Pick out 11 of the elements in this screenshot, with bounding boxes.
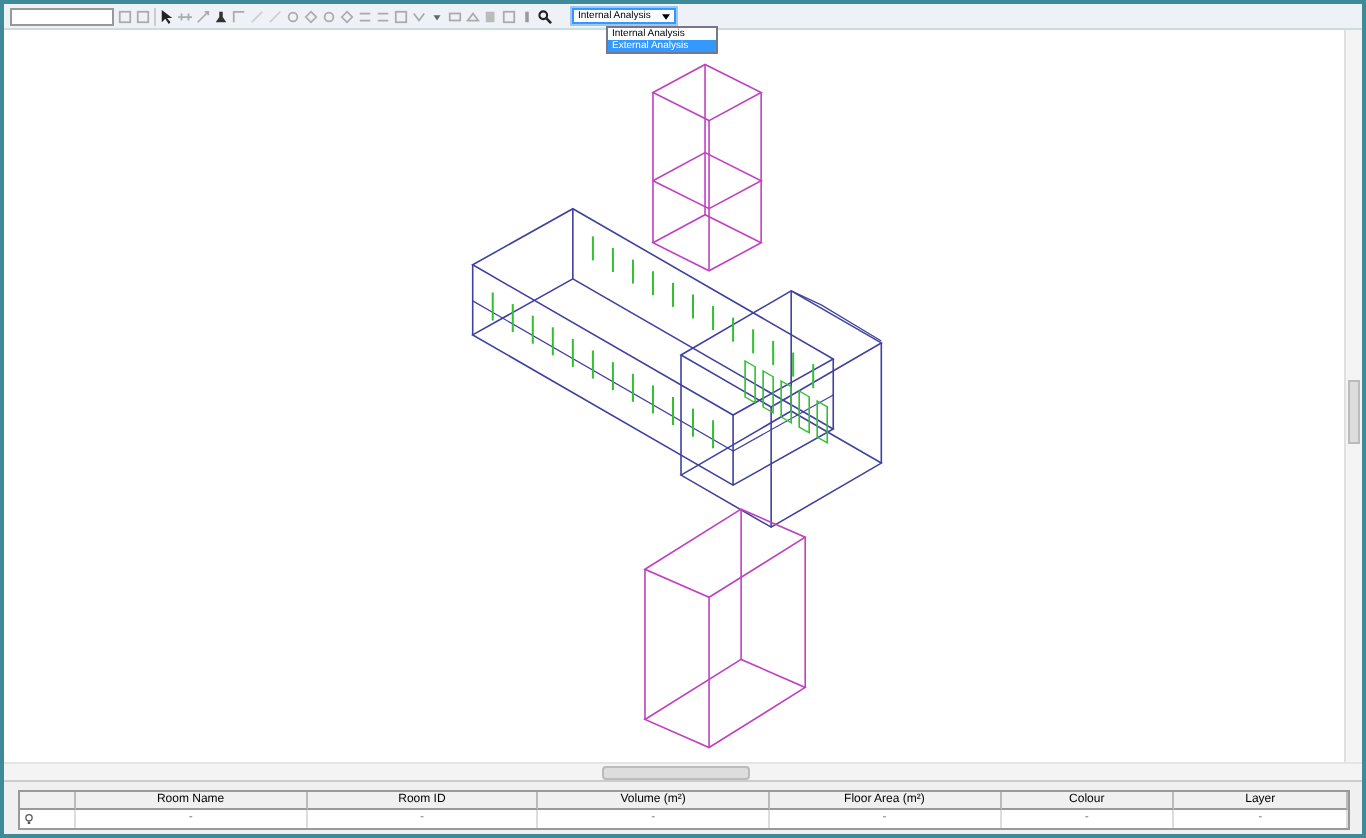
bulb-icon <box>24 814 34 824</box>
column-header <box>20 792 76 810</box>
horizontal-scrollbar[interactable] <box>4 762 1362 780</box>
row-header[interactable] <box>20 810 76 828</box>
caret-icon <box>662 13 670 19</box>
scrollbar-thumb[interactable] <box>602 765 750 779</box>
zoom-icon[interactable] <box>538 9 552 23</box>
vertical-scrollbar[interactable] <box>1344 30 1362 762</box>
search-field[interactable] <box>10 7 114 25</box>
scrollbar-thumb[interactable] <box>1348 380 1360 444</box>
pointer-icon[interactable] <box>160 9 174 23</box>
